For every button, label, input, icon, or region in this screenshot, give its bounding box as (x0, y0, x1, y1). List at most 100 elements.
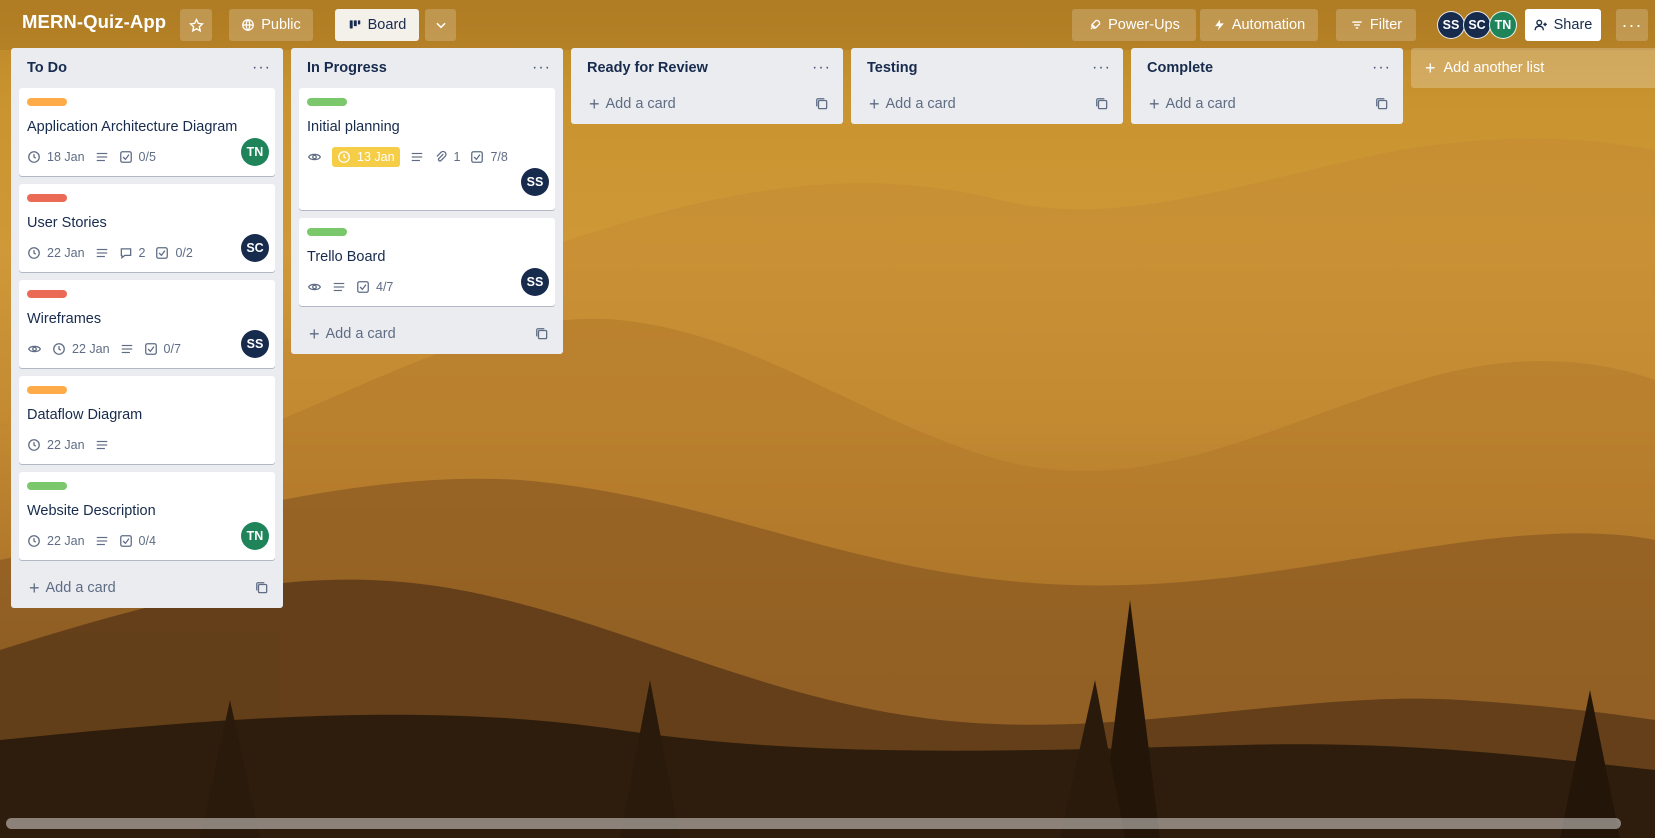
card[interactable]: Application Architecture Diagram 18 Jan … (19, 88, 275, 176)
view-label: Board (367, 17, 407, 33)
list-ready-for-review: Ready for Review ··· + Add a card (571, 48, 843, 124)
template-icon[interactable] (255, 581, 269, 595)
watching-icon (307, 280, 322, 294)
description-icon (410, 150, 424, 164)
add-another-list-button[interactable]: + Add another list (1411, 48, 1655, 88)
card[interactable]: Wireframes 22 Jan 0/7 SS (19, 280, 275, 368)
card-title: User Stories (27, 215, 107, 231)
filter-icon (1352, 21, 1362, 29)
card-label (27, 386, 67, 394)
power-ups-label: Power-Ups (1108, 17, 1180, 33)
horizontal-scrollbar[interactable] (6, 818, 1621, 829)
card-member-avatar[interactable]: SS (521, 168, 549, 196)
due-date-badge[interactable]: 13 Jan (332, 147, 400, 167)
lightning-icon (1214, 19, 1224, 31)
checklist-badge: 0/7 (144, 342, 181, 356)
template-icon[interactable] (1095, 97, 1109, 111)
description-icon (95, 150, 109, 164)
add-card-button[interactable]: + Add a card (1131, 84, 1403, 124)
view-switcher-button[interactable]: Board (335, 9, 419, 41)
template-icon[interactable] (535, 327, 549, 341)
list-testing: Testing ··· + Add a card (851, 48, 1123, 124)
plus-icon: + (309, 323, 320, 344)
star-button[interactable] (180, 9, 212, 41)
card-member-avatar[interactable]: TN (241, 522, 269, 550)
list-menu-icon[interactable]: ··· (1092, 60, 1111, 76)
list-title[interactable]: In Progress (307, 60, 387, 76)
add-card-button[interactable]: + Add a card (571, 84, 843, 124)
board-view-icon (349, 20, 360, 29)
power-ups-button[interactable]: Power-Ups (1072, 9, 1196, 41)
card-label (27, 194, 67, 202)
member-avatar-tn[interactable]: TN (1489, 11, 1517, 39)
card[interactable]: Trello Board 4/7 SS (299, 218, 555, 306)
list-title[interactable]: Complete (1147, 60, 1213, 76)
card[interactable]: User Stories 22 Jan 2 0/2 SC (19, 184, 275, 272)
list-menu-icon[interactable]: ··· (812, 60, 831, 76)
clock-icon (28, 439, 40, 451)
plus-icon: + (29, 577, 40, 598)
card[interactable]: Website Description 22 Jan 0/4 TN (19, 472, 275, 560)
list-menu-icon[interactable]: ··· (1372, 60, 1391, 76)
checklist-badge: 0/5 (119, 150, 156, 164)
card-member-avatar[interactable]: SC (241, 234, 269, 262)
filter-button[interactable]: Filter (1336, 9, 1416, 41)
card-member-avatar[interactable]: SS (521, 268, 549, 296)
card-label (27, 482, 67, 490)
card[interactable]: Dataflow Diagram 22 Jan (19, 376, 275, 464)
add-card-button[interactable]: + Add a card (291, 314, 563, 354)
list-menu-icon[interactable]: ··· (252, 60, 271, 76)
template-icon[interactable] (815, 97, 829, 111)
globe-icon (242, 19, 255, 32)
due-date-badge: 22 Jan (27, 246, 85, 260)
card-title: Dataflow Diagram (27, 407, 143, 423)
list-complete: Complete ··· + Add a card (1131, 48, 1403, 124)
card-title: Application Architecture Diagram (27, 119, 238, 135)
member-avatar-sc[interactable]: SC (1463, 11, 1491, 39)
card-member-avatar[interactable]: SS (241, 330, 269, 358)
list-menu-icon[interactable]: ··· (532, 60, 551, 76)
card[interactable]: Initial planning 13 Jan 1 7/8 SS (299, 88, 555, 210)
list-in-progress: In Progress ··· Initial planning 13 Jan (291, 48, 563, 354)
plus-icon: + (589, 93, 600, 114)
card-title: Initial planning (307, 119, 400, 135)
clock-icon (28, 151, 40, 163)
clock-icon (53, 343, 65, 355)
attachments-badge: 1 (434, 150, 460, 164)
board-header: MERN-Quiz-App Public Board Power-Ups Aut… (0, 0, 1655, 50)
automation-label: Automation (1231, 17, 1306, 33)
automation-button[interactable]: Automation (1200, 9, 1318, 41)
plus-icon: + (869, 93, 880, 114)
comments-badge: 2 (119, 246, 145, 260)
add-card-button[interactable]: + Add a card (851, 84, 1123, 124)
member-avatar-ss[interactable]: SS (1437, 11, 1465, 39)
card-label (27, 98, 67, 106)
view-dropdown-button[interactable] (425, 9, 456, 41)
more-icon: ··· (1621, 15, 1643, 35)
checkbox-icon (119, 535, 132, 547)
card-member-avatar[interactable]: TN (241, 138, 269, 166)
filter-label: Filter (1369, 17, 1403, 33)
checkbox-icon (471, 151, 484, 163)
visibility-button[interactable]: Public (229, 9, 313, 41)
plus-icon: + (1149, 93, 1160, 114)
card-label (307, 228, 347, 236)
add-card-button[interactable]: + Add a card (11, 568, 283, 608)
board-menu-button[interactable]: ··· (1616, 9, 1648, 41)
list-title[interactable]: Ready for Review (587, 60, 708, 76)
add-person-icon (1534, 19, 1547, 31)
description-icon (95, 534, 109, 548)
checkbox-icon (119, 151, 132, 163)
share-button[interactable]: Share (1525, 9, 1601, 41)
board-title[interactable]: MERN-Quiz-App (22, 11, 166, 33)
list-title[interactable]: Testing (867, 60, 917, 76)
due-date-badge: 22 Jan (52, 342, 110, 356)
watching-icon (27, 342, 42, 356)
plus-icon: + (1425, 57, 1436, 78)
template-icon[interactable] (1375, 97, 1389, 111)
checklist-badge: 4/7 (356, 280, 393, 294)
due-date-badge: 18 Jan (27, 150, 85, 164)
clock-icon (28, 535, 40, 547)
card-title: Wireframes (27, 311, 102, 327)
list-title[interactable]: To Do (27, 60, 67, 76)
